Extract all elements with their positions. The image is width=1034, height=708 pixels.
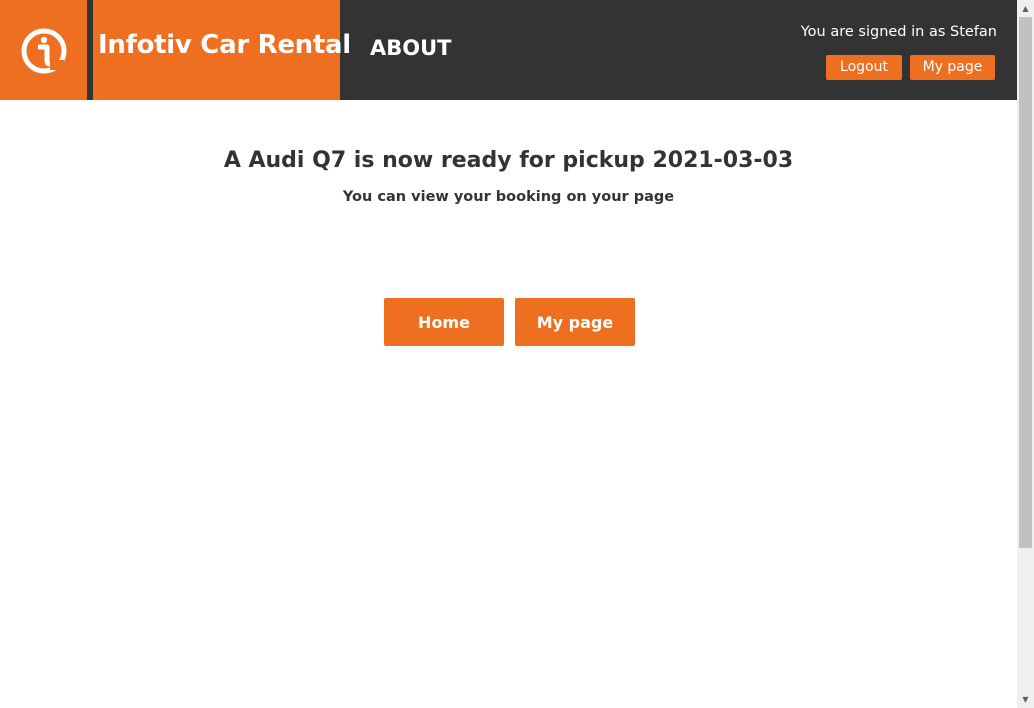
nav-about-link[interactable]: ABOUT — [370, 36, 452, 60]
scroll-down-arrow-icon[interactable]: ▼ — [1017, 691, 1034, 708]
signed-in-text: You are signed in as Stefan — [800, 24, 997, 40]
site-header: Infotiv Car Rental ABOUT You are signed … — [0, 0, 1017, 100]
vertical-scrollbar[interactable]: ▲ ▼ — [1017, 0, 1034, 708]
logout-button[interactable]: Logout — [826, 55, 902, 80]
infotiv-logo-icon — [21, 28, 67, 74]
scroll-up-arrow-icon[interactable]: ▲ — [1017, 0, 1034, 17]
brand-divider — [87, 0, 93, 100]
confirmation-subtitle: You can view your booking on your page — [342, 189, 675, 205]
header-my-page-button[interactable]: My page — [910, 55, 995, 80]
confirmation-title: A Audi Q7 is now ready for pickup 2021-0… — [223, 148, 794, 173]
home-button[interactable]: Home — [384, 298, 504, 346]
brand-title: Infotiv Car Rental — [98, 30, 351, 60]
brand-block[interactable]: Infotiv Car Rental — [0, 0, 351, 100]
my-page-button[interactable]: My page — [515, 298, 635, 346]
scrollbar-thumb[interactable] — [1019, 17, 1032, 548]
